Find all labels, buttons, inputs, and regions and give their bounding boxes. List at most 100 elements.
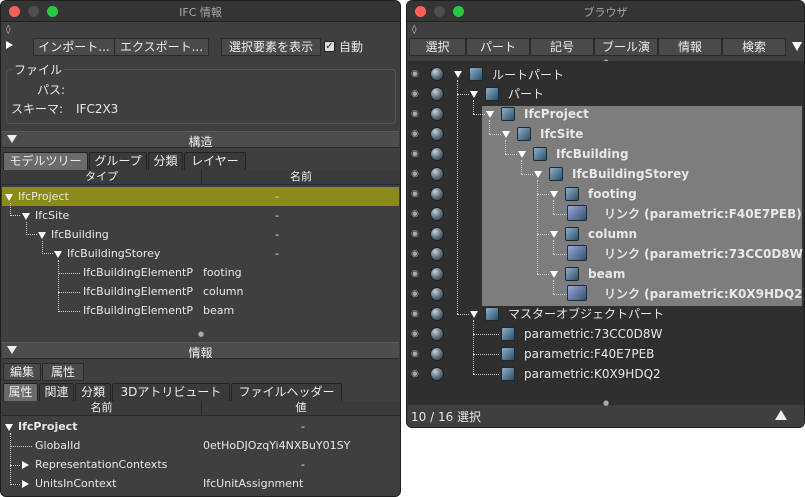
attributes-button[interactable]: 属性 [42, 363, 84, 381]
render-sphere-icon[interactable] [430, 307, 444, 321]
tab-layers[interactable]: レイヤー [184, 152, 246, 170]
expand-arrow-icon[interactable] [22, 480, 29, 488]
expand-arrow-icon[interactable] [470, 91, 478, 98]
tree-line [58, 311, 80, 312]
selection-status: 10 / 16 選択 [411, 410, 482, 424]
render-sphere-icon[interactable] [430, 267, 444, 281]
render-sphere-icon[interactable] [430, 67, 444, 81]
visibility-eye-icon[interactable]: ◉ [411, 150, 425, 159]
expand-arrow-icon[interactable] [22, 461, 29, 469]
expand-arrow-icon[interactable] [518, 151, 526, 158]
export-button[interactable]: エクスポート... [114, 38, 209, 56]
splitter-handle[interactable]: ● [603, 396, 609, 410]
expand-arrow-icon[interactable] [5, 424, 13, 431]
tab-classification-info[interactable]: 分類 [75, 383, 111, 401]
visibility-eye-icon[interactable]: ◉ [411, 330, 425, 339]
render-sphere-icon[interactable] [430, 107, 444, 121]
expand-arrow-icon[interactable] [550, 191, 558, 198]
tab-boolean[interactable]: ブール演 [594, 38, 658, 56]
import-button[interactable]: インポート... [33, 38, 115, 56]
visibility-eye-icon[interactable]: ◉ [411, 110, 425, 119]
expand-arrow-icon[interactable] [550, 271, 558, 278]
window-title: ブラウザ [583, 6, 628, 19]
visibility-eye-icon[interactable]: ◉ [411, 230, 425, 239]
edit-button[interactable]: 編集 [3, 363, 41, 381]
render-sphere-icon[interactable] [430, 327, 444, 341]
tab-model-tree[interactable]: モデルツリー [3, 152, 88, 170]
window-title: IFC 情報 [179, 6, 222, 19]
expand-arrow-icon[interactable] [454, 71, 462, 78]
tab-file-header[interactable]: ファイルヘッダー [231, 383, 342, 401]
tab-attributes[interactable]: 属性 [3, 383, 38, 401]
info-section-header[interactable]: 情報 [2, 342, 399, 360]
tab-info[interactable]: 情報 [658, 38, 722, 56]
visibility-eye-icon[interactable]: ◉ [411, 250, 425, 259]
visibility-eye-icon[interactable]: ◉ [411, 370, 425, 379]
visibility-eye-icon[interactable]: ◉ [411, 210, 425, 219]
visibility-eye-icon[interactable]: ◉ [411, 310, 425, 319]
render-sphere-icon[interactable] [430, 207, 444, 221]
render-sphere-icon[interactable] [430, 187, 444, 201]
tree-row-name: beam [203, 304, 235, 317]
tab-classification[interactable]: 分類 [148, 152, 183, 170]
visibility-eye-icon[interactable]: ◉ [411, 290, 425, 299]
tab-symbols[interactable]: 記号 [530, 38, 594, 56]
column-header-value[interactable]: 値 [202, 401, 400, 416]
tree-item-label: IfcBuilding [556, 147, 629, 161]
tree-row-type: IfcBuildingElementP [83, 266, 193, 279]
visibility-eye-icon[interactable]: ◉ [411, 90, 425, 99]
render-sphere-icon[interactable] [430, 87, 444, 101]
visibility-eye-icon[interactable]: ◉ [411, 70, 425, 79]
visibility-eye-icon[interactable]: ◉ [411, 190, 425, 199]
schema-label: スキーマ: [11, 102, 64, 116]
ifc-info-window: IFC 情報 ◊ インポート... エクスポート... 選択要素を表示 ✓ 自動… [0, 0, 401, 497]
render-sphere-icon[interactable] [430, 167, 444, 181]
tabs-overflow-icon[interactable] [792, 42, 802, 51]
tab-groups[interactable]: グループ [89, 152, 147, 170]
play-icon[interactable] [6, 41, 13, 49]
render-sphere-icon[interactable] [430, 347, 444, 361]
visibility-eye-icon[interactable]: ◉ [411, 130, 425, 139]
expand-arrow-icon[interactable] [38, 232, 46, 239]
render-sphere-icon[interactable] [430, 147, 444, 161]
expand-arrow-icon[interactable] [486, 111, 494, 118]
render-sphere-icon[interactable] [430, 227, 444, 241]
attr-row-value: - [301, 458, 305, 471]
expand-arrow-icon[interactable] [550, 231, 558, 238]
title-bar[interactable]: ブラウザ [407, 1, 804, 22]
tree-line [10, 433, 11, 485]
expand-arrow-icon[interactable] [54, 251, 62, 258]
show-selected-button[interactable]: 選択要素を表示 [221, 38, 321, 56]
title-bar[interactable]: IFC 情報 [1, 1, 400, 22]
render-sphere-icon[interactable] [430, 127, 444, 141]
tab-relations[interactable]: 関連 [39, 383, 74, 401]
tab-select[interactable]: 選択 [409, 38, 466, 56]
structure-section-header[interactable]: 構造 [2, 131, 399, 149]
render-sphere-icon[interactable] [430, 367, 444, 381]
visibility-eye-icon[interactable]: ◉ [411, 350, 425, 359]
scroll-up-icon[interactable] [775, 410, 787, 420]
tree-line [457, 80, 458, 314]
tab-parts[interactable]: パート [466, 38, 530, 56]
attr-row-value: - [301, 420, 305, 433]
render-sphere-icon[interactable] [430, 287, 444, 301]
splitter-handle[interactable]: ● [198, 327, 204, 341]
tree-line [505, 154, 517, 155]
expand-arrow-icon[interactable] [470, 311, 478, 318]
auto-checkbox[interactable]: ✓ [324, 41, 335, 52]
tab-3d-attributes[interactable]: 3Dアトリビュート [112, 383, 230, 401]
column-header-type[interactable]: タイプ [2, 170, 202, 185]
expand-arrow-icon[interactable] [22, 213, 30, 220]
expand-arrow-icon[interactable] [534, 171, 542, 178]
expand-arrow-icon[interactable] [5, 194, 13, 201]
render-sphere-icon[interactable] [430, 247, 444, 261]
browser-window: ブラウザ ◊ 選択 パート 記号 ブール演 情報 検索 ● ◉ ◉ ◉ ◉ ◉ ◉ ◉ ◉ ◉ ◉… [406, 0, 805, 428]
column-header-name[interactable]: 名前 [202, 170, 400, 185]
tree-line [457, 94, 469, 95]
visibility-eye-icon[interactable]: ◉ [411, 170, 425, 179]
column-header-name[interactable]: 名前 [2, 401, 202, 416]
tab-search[interactable]: 検索 [722, 38, 786, 56]
visibility-eye-icon[interactable]: ◉ [411, 270, 425, 279]
expand-arrow-icon[interactable] [502, 131, 510, 138]
tree-line [537, 194, 549, 195]
